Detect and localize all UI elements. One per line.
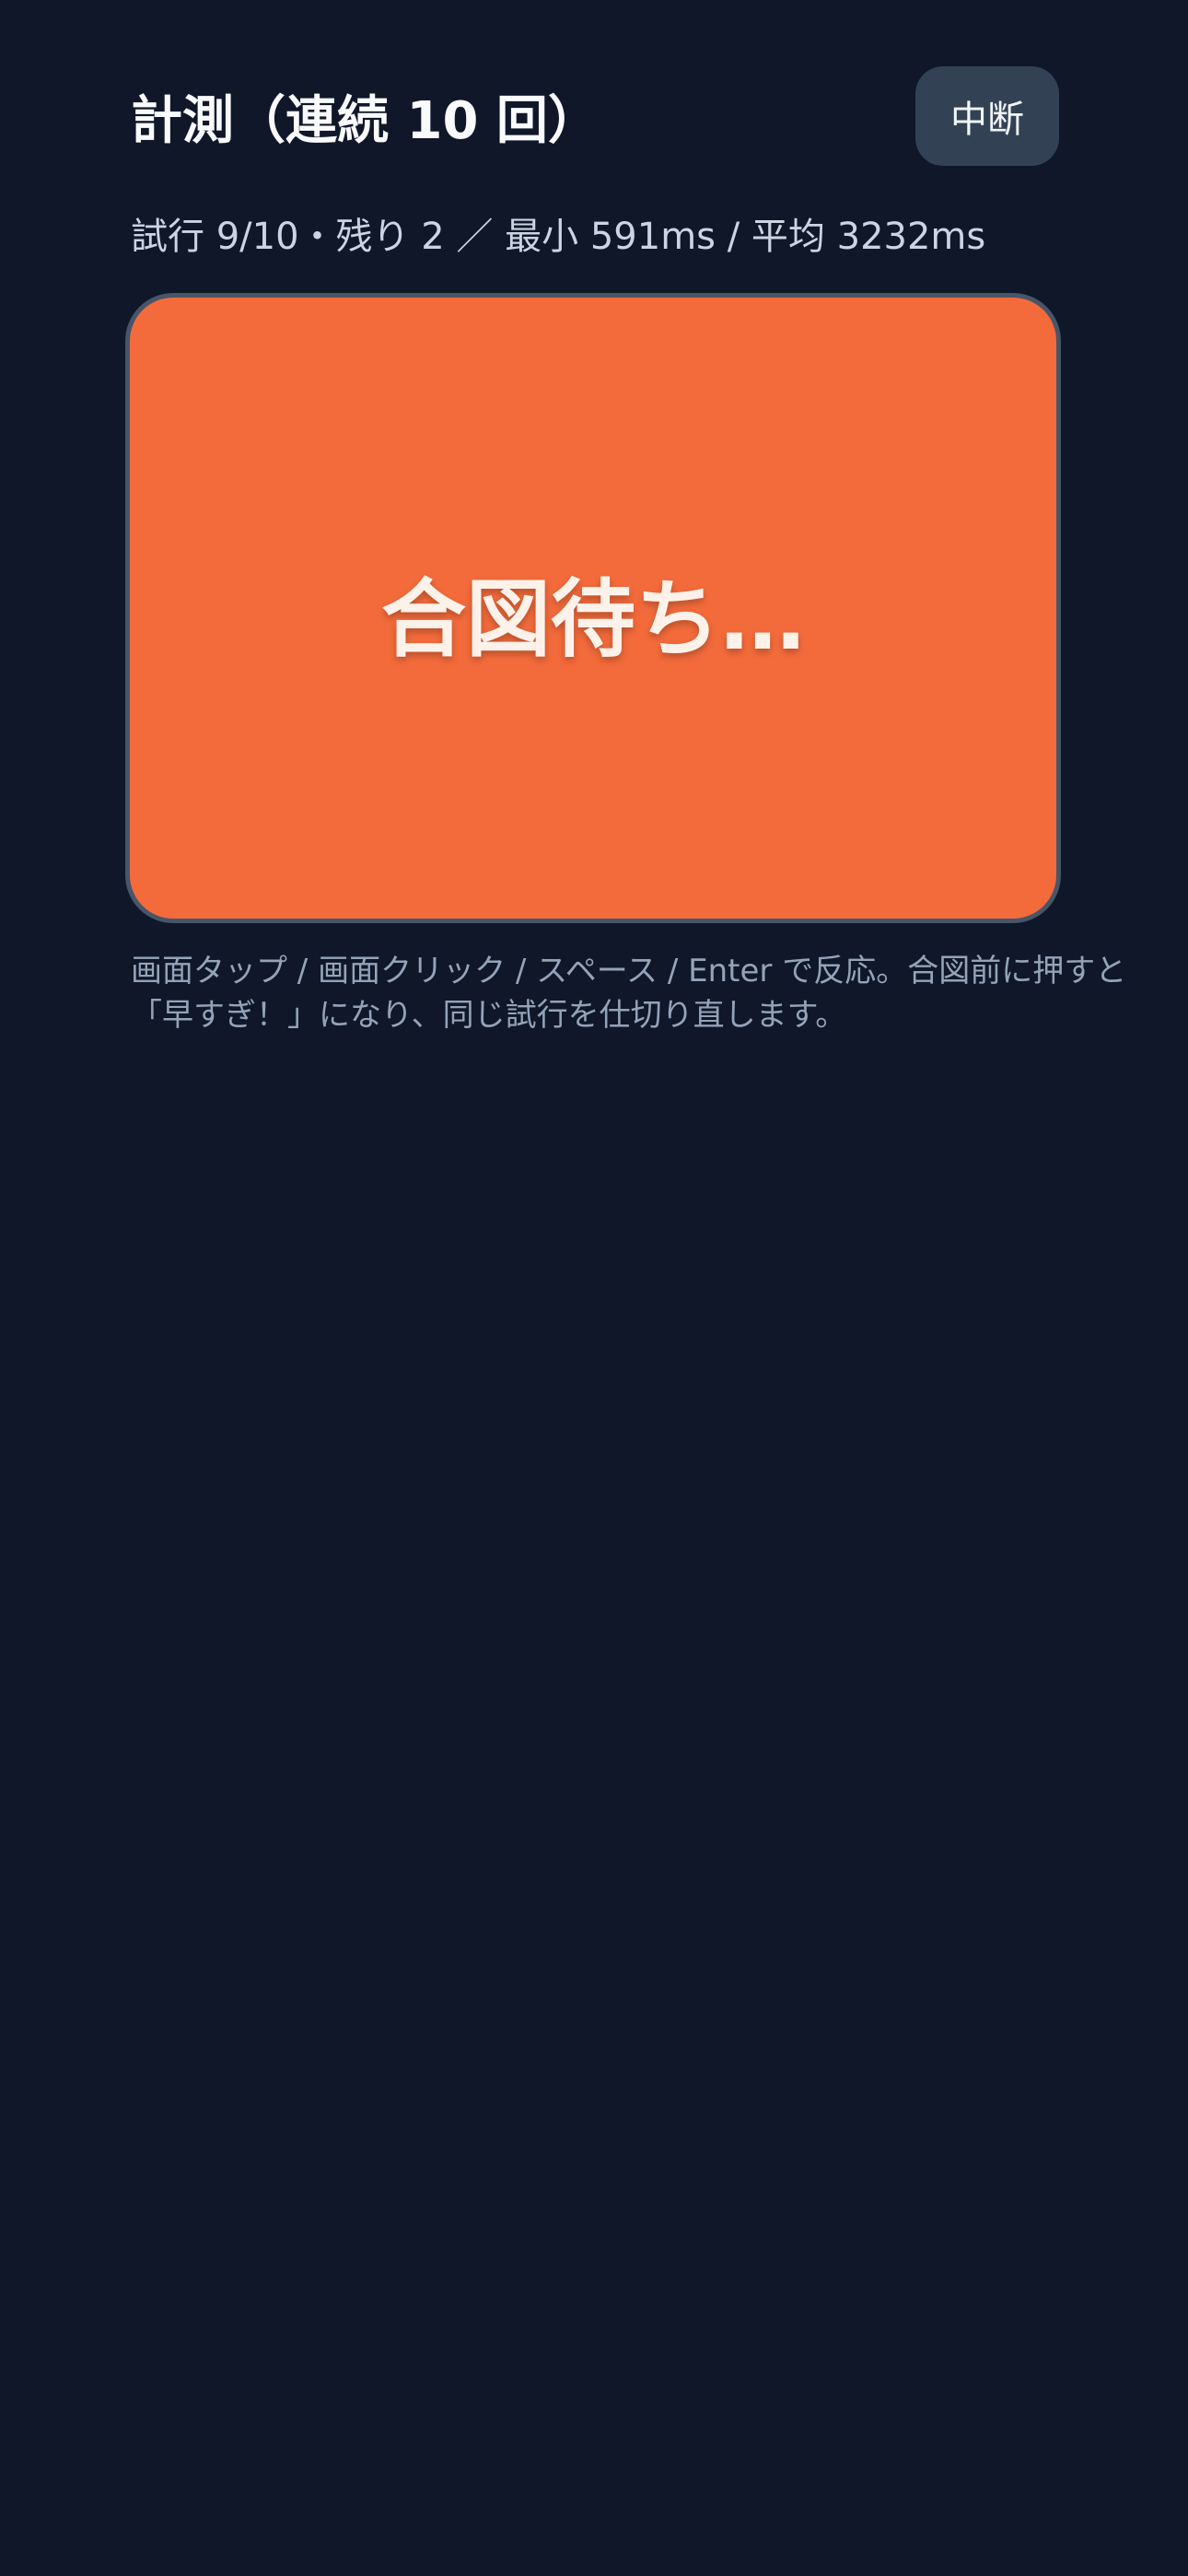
trial-stats: 試行 9/10・残り 2 ／ 最小 591ms / 平均 3232ms — [131, 216, 986, 258]
header: 計測（連続 10 回） 中断 — [131, 66, 1059, 166]
reaction-panel[interactable]: 合図待ち… — [125, 293, 1061, 923]
page-title: 計測（連続 10 回） — [131, 90, 600, 151]
instructions-hint: 画面タップ / 画面クリック / スペース / Enter で反応。合図前に押す… — [131, 949, 1127, 1037]
hint-line-2: 「早すぎ！」になり、同じ試行を仕切り直します。 — [131, 997, 847, 1034]
abort-button[interactable]: 中断 — [915, 66, 1059, 166]
hint-line-1: 画面タップ / 画面クリック / スペース / Enter で反応。合図前に押す… — [131, 953, 1127, 989]
reaction-status-text: 合図待ち… — [380, 569, 805, 669]
